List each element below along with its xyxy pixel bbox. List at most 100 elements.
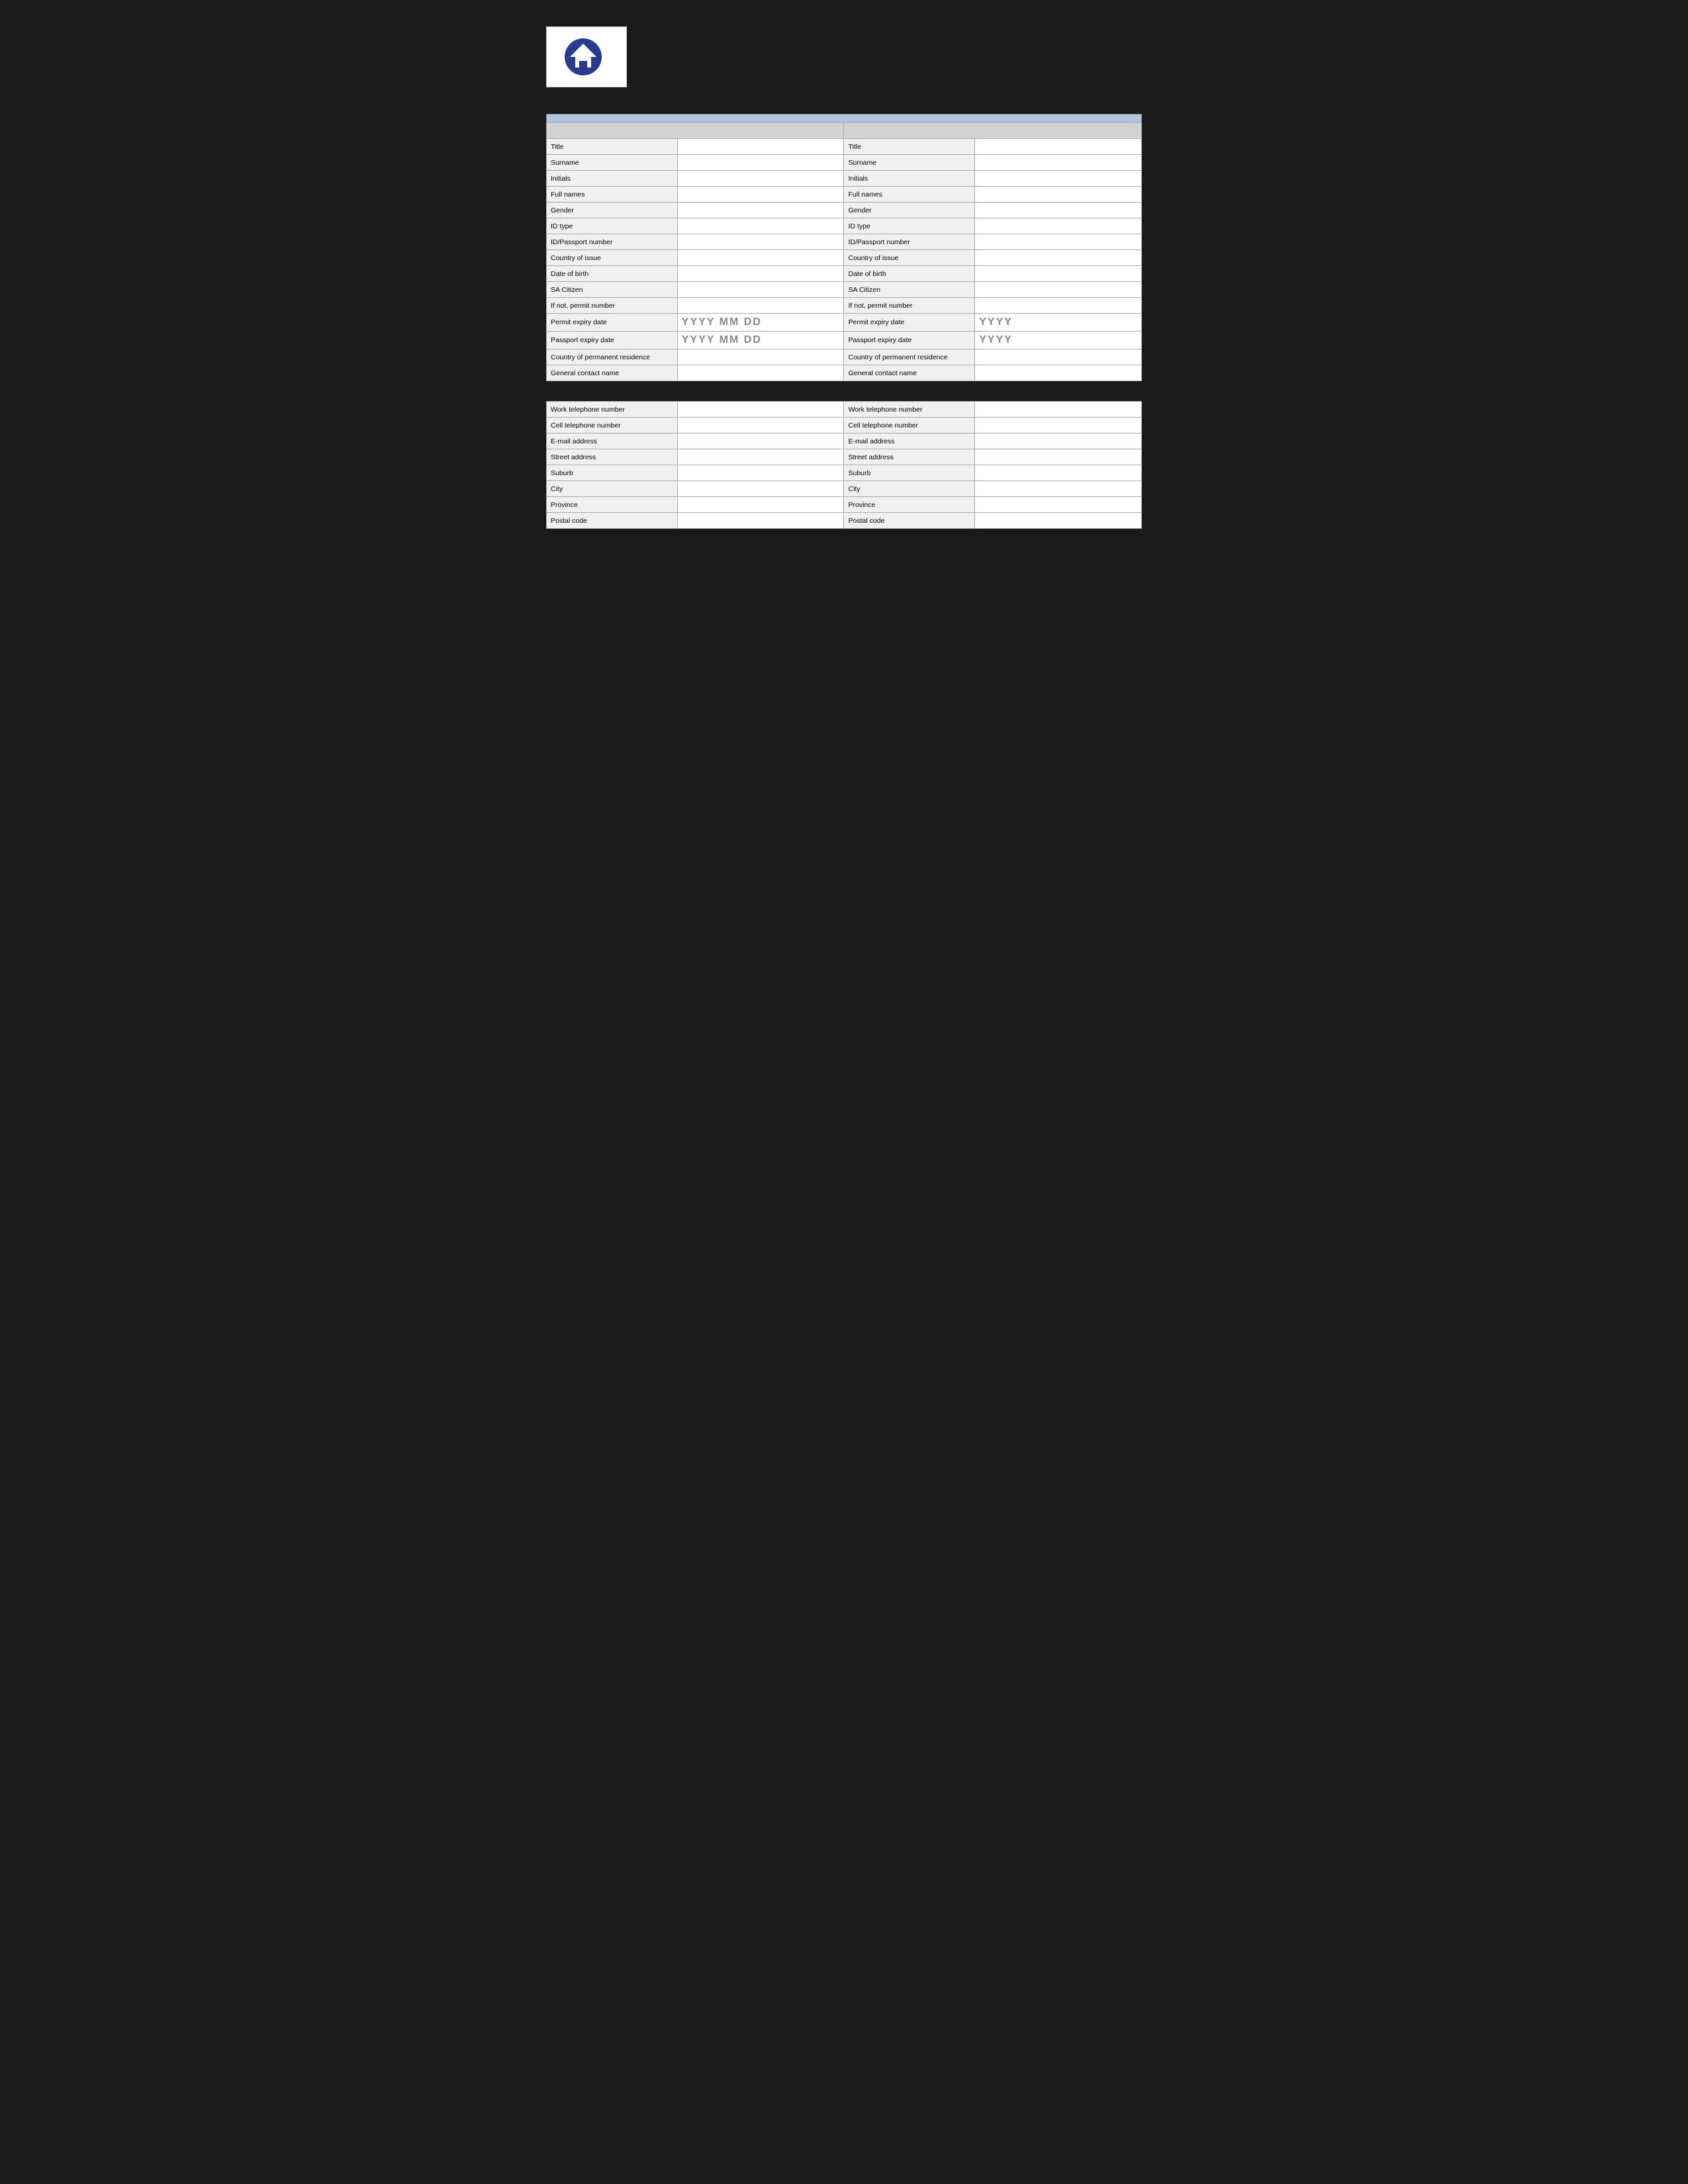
- field-value-a1[interactable]: [677, 365, 844, 381]
- contact-label-a1: Work telephone number: [547, 402, 678, 418]
- table-row: SurnameSurname: [547, 155, 1142, 171]
- table-row: Gender Gender: [547, 203, 1142, 218]
- field-value-a2[interactable]: [975, 203, 1142, 218]
- field-value-a2[interactable]: [975, 234, 1142, 250]
- table-row: Passport expiry dateYYYY MM DDPassport e…: [547, 332, 1142, 349]
- field-value-a1[interactable]: [677, 234, 844, 250]
- table-row: Title Title: [547, 139, 1142, 155]
- contact-value-a1[interactable]: [677, 513, 844, 529]
- field-value-a2[interactable]: [975, 298, 1142, 314]
- field-label-a2: Passport expiry date: [844, 332, 975, 349]
- contact-value-a2[interactable]: [975, 433, 1142, 449]
- field-value-a2[interactable]: [975, 171, 1142, 187]
- field-label-a2: Country of issue: [844, 250, 975, 266]
- field-value-a1[interactable]: [677, 266, 844, 282]
- field-value-a1[interactable]: [677, 298, 844, 314]
- contact-value-a1[interactable]: [677, 402, 844, 418]
- contact-label-a2: Cell telephone number: [844, 418, 975, 433]
- field-value-a2[interactable]: YYYY: [975, 332, 1142, 349]
- field-value-a2[interactable]: [975, 282, 1142, 298]
- field-value-a2[interactable]: [975, 139, 1142, 155]
- contact-value-a1[interactable]: [677, 433, 844, 449]
- contact-label-a1: Postal code: [547, 513, 678, 529]
- passport-date-hint-a1: YYYY MM DD: [682, 334, 762, 345]
- field-label-a2: Gender: [844, 203, 975, 218]
- table-row: ProvinceProvince: [547, 497, 1142, 513]
- field-value-a2[interactable]: [975, 187, 1142, 203]
- contact-value-a2[interactable]: [975, 481, 1142, 497]
- field-label-a2: General contact name: [844, 365, 975, 381]
- contact-value-a2[interactable]: [975, 418, 1142, 433]
- field-value-a1[interactable]: [677, 250, 844, 266]
- field-label-a1: Gender: [547, 203, 678, 218]
- field-label-a2: If not, permit number: [844, 298, 975, 314]
- field-value-a2[interactable]: [975, 365, 1142, 381]
- table-row: Country of issueCountry of issue: [547, 250, 1142, 266]
- field-label-a2: ID type: [844, 218, 975, 234]
- contact-label-a1: Cell telephone number: [547, 418, 678, 433]
- contact-value-a1[interactable]: [677, 465, 844, 481]
- contact-value-a1[interactable]: [677, 449, 844, 465]
- field-label-a1: Title: [547, 139, 678, 155]
- table-row: ID/Passport number ID/Passport number: [547, 234, 1142, 250]
- field-label-a1: Initials: [547, 171, 678, 187]
- field-value-a1[interactable]: [677, 203, 844, 218]
- applicant1-header: [547, 123, 844, 139]
- field-label-a1: Permit expiry date: [547, 314, 678, 332]
- contact-label-a2: Suburb: [844, 465, 975, 481]
- contact-label-a2: City: [844, 481, 975, 497]
- contact-label-a1: Street address: [547, 449, 678, 465]
- applicant2-header: [844, 123, 1142, 139]
- field-label-a1: General contact name: [547, 365, 678, 381]
- table-row: Permit expiry dateYYYY MM DDPermit expir…: [547, 314, 1142, 332]
- contact-table: Work telephone numberWork telephone numb…: [546, 401, 1142, 529]
- table-row: E-mail addressE-mail address: [547, 433, 1142, 449]
- contact-label-a1: Suburb: [547, 465, 678, 481]
- contact-value-a1[interactable]: [677, 481, 844, 497]
- field-label-a1: SA Citizen: [547, 282, 678, 298]
- logo-container: [546, 26, 627, 87]
- field-label-a2: ID/Passport number: [844, 234, 975, 250]
- contact-value-a2[interactable]: [975, 497, 1142, 513]
- permit-date-hint-a2: YYYY: [979, 316, 1013, 328]
- contact-label-a1: Province: [547, 497, 678, 513]
- logo-icon: [563, 37, 603, 77]
- field-value-a1[interactable]: [677, 171, 844, 187]
- field-label-a2: Date of birth: [844, 266, 975, 282]
- table-row: CityCity: [547, 481, 1142, 497]
- table-row: Suburb Suburb: [547, 465, 1142, 481]
- contact-value-a2[interactable]: [975, 402, 1142, 418]
- field-value-a2[interactable]: [975, 266, 1142, 282]
- contact-value-a2[interactable]: [975, 465, 1142, 481]
- main-form-section: Title TitleSurnameSurnameInitialsInitials…: [546, 114, 1142, 381]
- field-value-a2[interactable]: [975, 218, 1142, 234]
- table-row: Work telephone numberWork telephone numb…: [547, 402, 1142, 418]
- page: Title TitleSurnameSurnameInitialsInitials…: [546, 26, 1142, 529]
- field-value-a1[interactable]: YYYY MM DD: [677, 314, 844, 332]
- field-value-a2[interactable]: YYYY: [975, 314, 1142, 332]
- field-value-a1[interactable]: [677, 349, 844, 365]
- contact-label-a2: Street address: [844, 449, 975, 465]
- field-label-a2: Title: [844, 139, 975, 155]
- contact-label-a2: Postal code: [844, 513, 975, 529]
- contact-value-a2[interactable]: [975, 449, 1142, 465]
- contact-value-a1[interactable]: [677, 418, 844, 433]
- table-row: Full namesFull names: [547, 187, 1142, 203]
- field-value-a2[interactable]: [975, 155, 1142, 171]
- field-value-a1[interactable]: [677, 139, 844, 155]
- field-value-a1[interactable]: [677, 155, 844, 171]
- field-label-a2: SA Citizen: [844, 282, 975, 298]
- field-value-a2[interactable]: [975, 250, 1142, 266]
- field-value-a1[interactable]: YYYY MM DD: [677, 332, 844, 349]
- field-label-a1: If not, permit number: [547, 298, 678, 314]
- field-label-a1: ID type: [547, 218, 678, 234]
- field-value-a1[interactable]: [677, 282, 844, 298]
- table-row: InitialsInitials: [547, 171, 1142, 187]
- field-label-a1: ID/Passport number: [547, 234, 678, 250]
- field-value-a1[interactable]: [677, 187, 844, 203]
- contact-value-a1[interactable]: [677, 497, 844, 513]
- field-value-a1[interactable]: [677, 218, 844, 234]
- table-row: Cell telephone number Cell telephone numb…: [547, 418, 1142, 433]
- contact-value-a2[interactable]: [975, 513, 1142, 529]
- field-value-a2[interactable]: [975, 349, 1142, 365]
